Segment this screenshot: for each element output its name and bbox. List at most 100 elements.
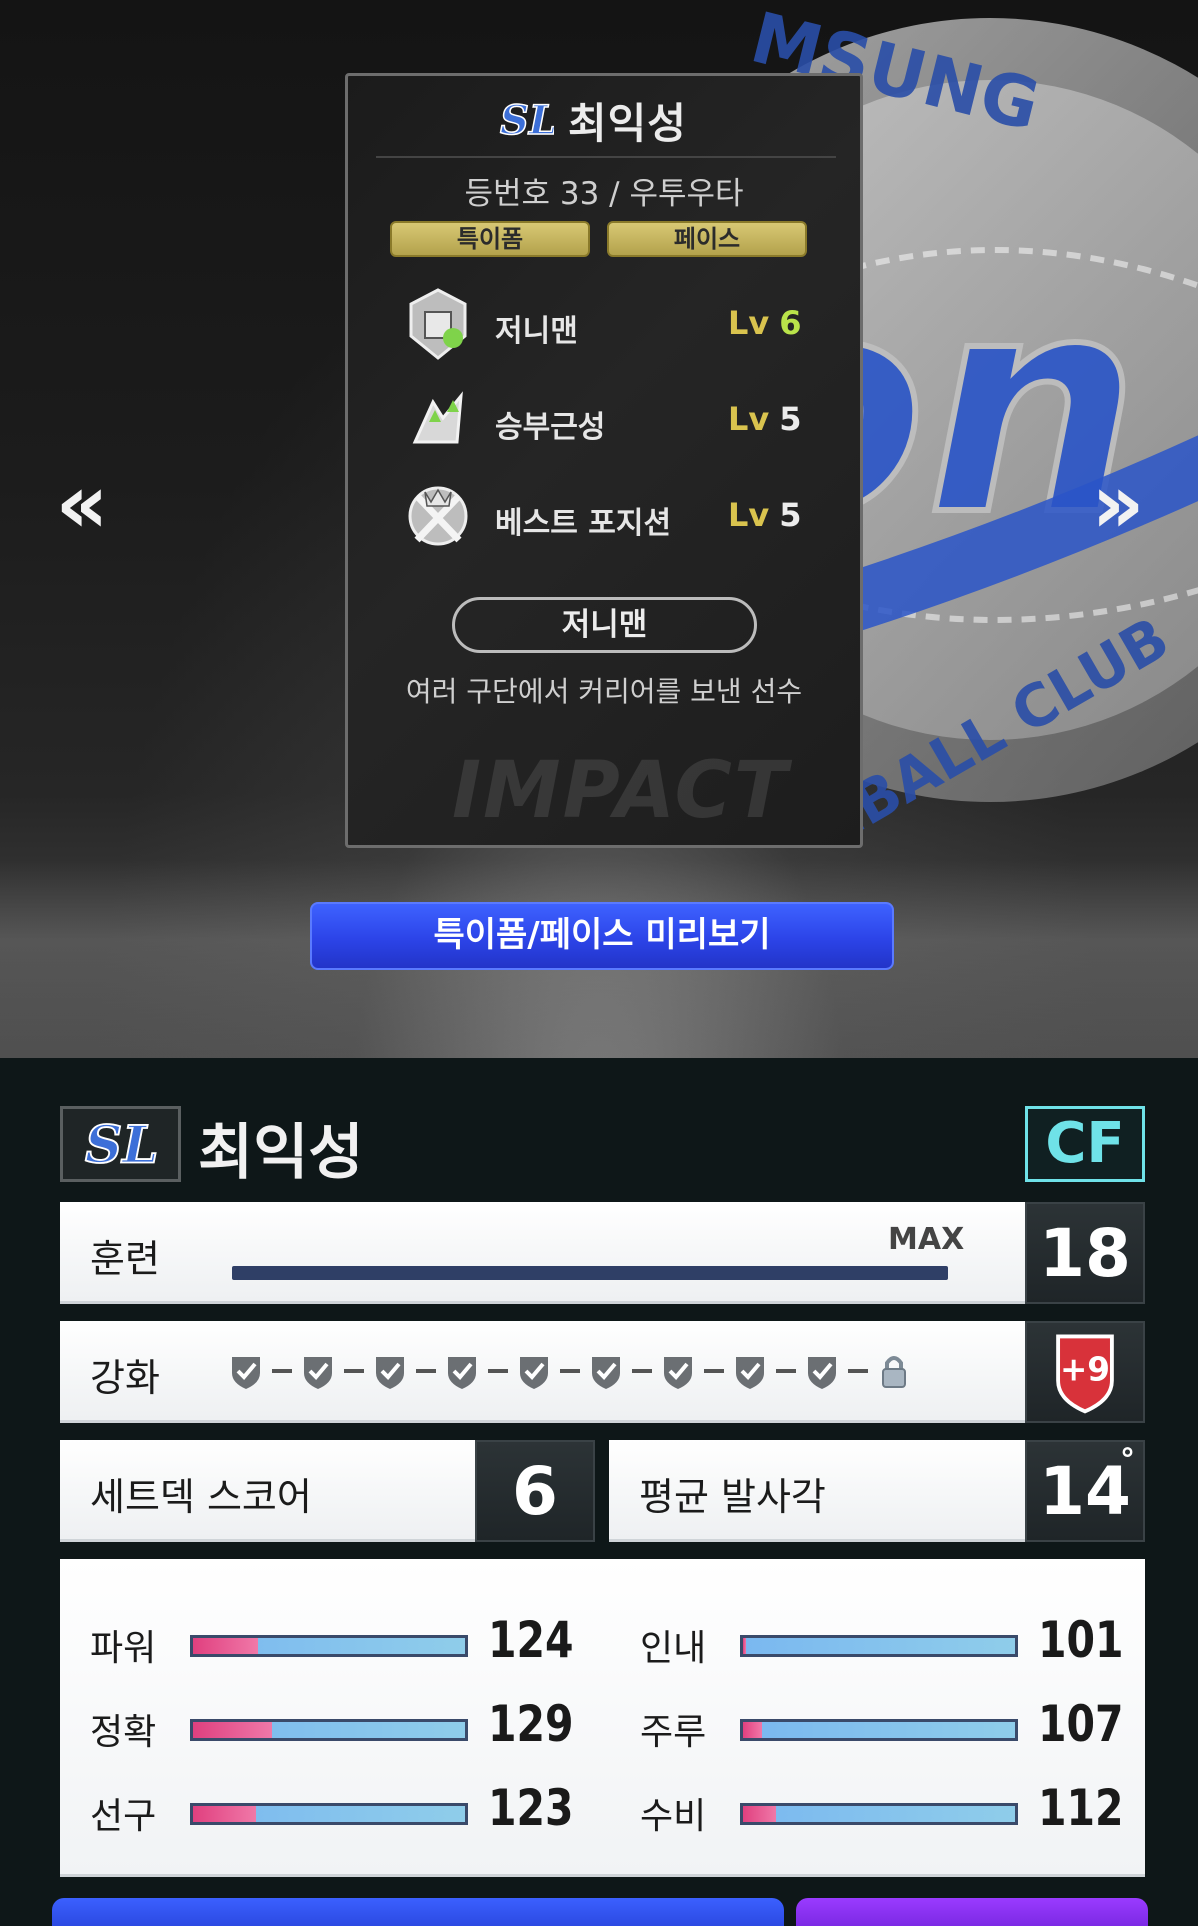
best-position-badge-icon bbox=[403, 478, 473, 554]
skill-row[interactable]: 승부근성 Lv 5 bbox=[403, 382, 823, 462]
stat-value: 107 bbox=[1038, 1695, 1124, 1753]
stat-value: 123 bbox=[488, 1779, 574, 1837]
stat-row: 정확 129 bbox=[90, 1695, 574, 1755]
skill-row[interactable]: 베스트 포지션 Lv 5 bbox=[403, 478, 823, 558]
stat-label: 주루 bbox=[640, 1712, 707, 1753]
stat-bar-base bbox=[743, 1722, 1015, 1738]
setdeck-value: 6 bbox=[475, 1440, 595, 1542]
stat-row: 주루 107 bbox=[640, 1695, 1124, 1755]
stat-value: 129 bbox=[488, 1695, 574, 1753]
tag-face: 페이스 bbox=[607, 221, 807, 257]
stats-panel: 파워 124 정확 129 선구 123 인내 101 주루 107 수비 112 bbox=[60, 1559, 1145, 1877]
check-shield-icon bbox=[592, 1357, 620, 1389]
position-badge: CF bbox=[1025, 1106, 1145, 1182]
stat-bar-fill bbox=[743, 1722, 763, 1738]
step-connector bbox=[848, 1369, 868, 1373]
level-value: 5 bbox=[779, 496, 802, 534]
setdeck-row: 세트덱 스코어 bbox=[60, 1440, 476, 1542]
upgrade-shield-icon: +9 bbox=[1056, 1334, 1114, 1414]
stat-bar bbox=[190, 1635, 468, 1657]
skill-level: Lv 5 bbox=[728, 496, 802, 534]
upgrade-steps bbox=[228, 1351, 912, 1391]
stat-bar-fill bbox=[743, 1806, 776, 1822]
journeyman-badge-icon bbox=[403, 286, 473, 362]
skill-level: Lv 5 bbox=[728, 400, 802, 438]
team-logo-badge: SL bbox=[60, 1106, 181, 1182]
stat-bar bbox=[190, 1803, 468, 1825]
stat-bar-fill bbox=[193, 1638, 259, 1654]
stat-value: 101 bbox=[1038, 1611, 1124, 1669]
trait-button[interactable]: 저니맨 bbox=[452, 597, 757, 653]
skill-level: Lv 6 bbox=[728, 304, 802, 342]
bottom-primary-button[interactable] bbox=[52, 1898, 784, 1926]
stat-value: 112 bbox=[1038, 1779, 1124, 1837]
skill-row[interactable]: 저니맨 Lv 6 bbox=[403, 286, 823, 366]
max-label: MAX bbox=[888, 1222, 965, 1257]
stat-bar-fill bbox=[743, 1638, 746, 1654]
card-number-batting: 등번호 33 / 우투우타 bbox=[464, 176, 744, 212]
stat-bar bbox=[740, 1719, 1018, 1741]
skill-name: 승부근성 bbox=[495, 410, 606, 445]
launch-angle-value: 14 bbox=[1039, 1453, 1131, 1530]
setdeck-label: 세트덱 스코어 bbox=[90, 1475, 312, 1519]
stat-label: 선구 bbox=[90, 1796, 157, 1837]
check-shield-icon bbox=[736, 1357, 764, 1389]
launch-angle-box: 14 ° bbox=[1025, 1440, 1145, 1542]
stat-row: 인내 101 bbox=[640, 1611, 1124, 1671]
stat-label: 정확 bbox=[90, 1712, 157, 1753]
tag-special-form: 특이폼 bbox=[390, 221, 590, 257]
stat-value: 124 bbox=[488, 1611, 574, 1669]
stat-row: 파워 124 bbox=[90, 1611, 574, 1671]
step-connector bbox=[776, 1369, 796, 1373]
stat-bar-fill bbox=[193, 1806, 256, 1822]
check-shield-icon bbox=[520, 1357, 548, 1389]
card-player-name: 최익성 bbox=[568, 99, 687, 148]
level-label: Lv bbox=[728, 304, 770, 342]
training-progress-bar bbox=[232, 1266, 948, 1280]
check-shield-icon bbox=[376, 1357, 404, 1389]
previous-player-arrow[interactable]: « bbox=[42, 464, 122, 546]
upgrade-row[interactable]: 강화 bbox=[60, 1321, 1026, 1423]
player-name: 최익성 bbox=[198, 1118, 364, 1188]
training-value: 18 bbox=[1025, 1202, 1145, 1304]
degree-symbol: ° bbox=[1120, 1443, 1135, 1478]
check-shield-icon bbox=[664, 1357, 692, 1389]
step-connector bbox=[488, 1369, 508, 1373]
skill-name: 저니맨 bbox=[495, 314, 578, 349]
card-divider bbox=[376, 156, 836, 158]
launch-angle-label: 평균 발사각 bbox=[639, 1475, 826, 1519]
team-logo-icon: SL bbox=[498, 94, 558, 145]
step-connector bbox=[632, 1369, 652, 1373]
training-row[interactable]: 훈련 MAX bbox=[60, 1202, 1026, 1304]
skill-name: 베스트 포지션 bbox=[495, 506, 672, 541]
stat-label: 수비 bbox=[640, 1796, 707, 1837]
player-skill-card: SL 최익성 등번호 33 / 우투우타 특이폼 페이스 저니맨 Lv 6 승부… bbox=[345, 73, 863, 848]
svg-text:SL: SL bbox=[500, 97, 554, 144]
preview-form-face-button[interactable]: 특이폼/페이스 미리보기 bbox=[310, 902, 894, 970]
lock-icon bbox=[882, 1356, 906, 1388]
upgrade-label: 강화 bbox=[90, 1356, 160, 1400]
check-shield-icon bbox=[448, 1357, 476, 1389]
launch-angle-row: 평균 발사각 bbox=[609, 1440, 1025, 1542]
stat-bar-base bbox=[743, 1806, 1015, 1822]
impact-watermark: IMPACT bbox=[452, 746, 790, 836]
svg-text:SL: SL bbox=[85, 1115, 159, 1175]
upgrade-level-box: +9 bbox=[1025, 1321, 1145, 1423]
step-connector bbox=[344, 1369, 364, 1373]
level-label: Lv bbox=[728, 496, 770, 534]
stat-row: 선구 123 bbox=[90, 1779, 574, 1839]
next-player-arrow[interactable]: » bbox=[1078, 464, 1158, 546]
step-connector bbox=[560, 1369, 580, 1373]
upgrade-level-text: +9 bbox=[1060, 1351, 1110, 1389]
level-value: 5 bbox=[779, 400, 802, 438]
stat-bar bbox=[740, 1803, 1018, 1825]
stat-bar-fill bbox=[193, 1722, 272, 1738]
stat-bar bbox=[740, 1635, 1018, 1657]
stat-bar bbox=[190, 1719, 468, 1741]
training-label: 훈련 bbox=[90, 1237, 160, 1281]
step-connector bbox=[416, 1369, 436, 1373]
bottom-secondary-button[interactable] bbox=[796, 1898, 1148, 1926]
stat-label: 파워 bbox=[90, 1628, 157, 1669]
stat-label: 인내 bbox=[640, 1628, 707, 1669]
check-shield-icon bbox=[808, 1357, 836, 1389]
